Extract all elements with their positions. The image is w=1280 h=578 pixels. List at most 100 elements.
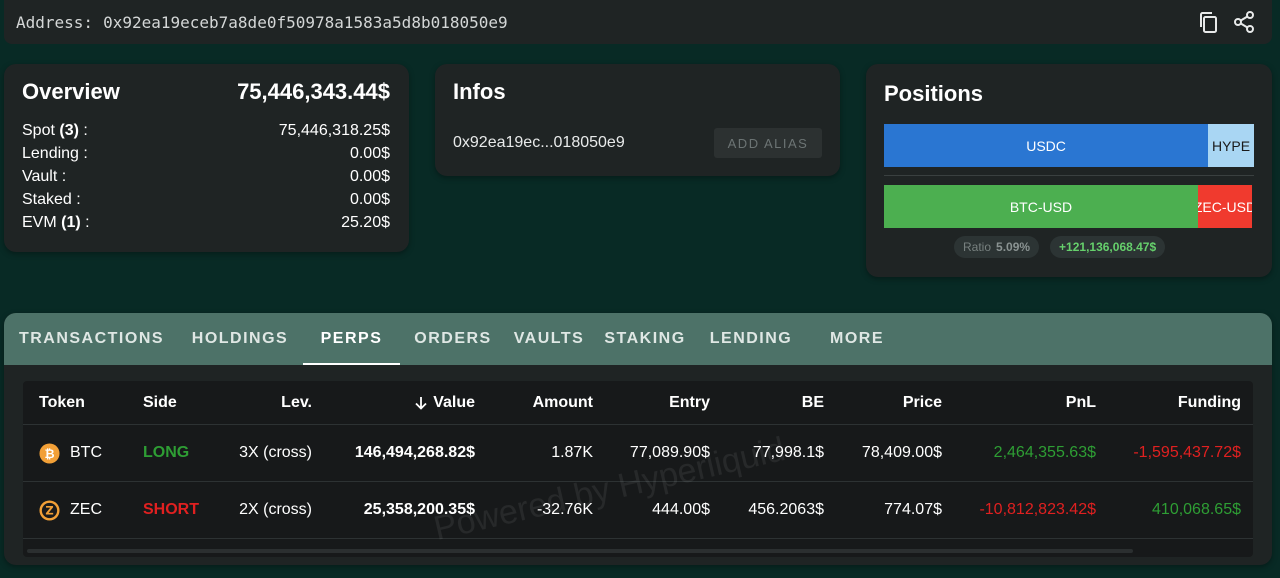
overview-row-label: EVM (1) : <box>22 214 90 237</box>
address-actions <box>1196 10 1256 34</box>
overview-row-label: Vault : <box>22 168 66 191</box>
perps-panel: TRANSACTIONS HOLDINGS PERPS ORDERS VAULTS STA… <box>4 313 1272 565</box>
pnl-cell: 2,464,355.63$ <box>993 444 1096 461</box>
header-price[interactable]: Price <box>842 381 942 424</box>
overview-title: Overview <box>22 79 120 104</box>
infos-title: Infos <box>453 79 506 104</box>
tab-orders[interactable]: ORDERS <box>400 313 506 365</box>
positions-card: Positions USDC HYPE BTC-USD ZEC-USD Ratio … <box>866 64 1272 277</box>
allocation-segment-hype[interactable]: HYPE <box>1208 124 1254 167</box>
add-alias-button[interactable]: ADD ALIAS <box>714 128 822 158</box>
overview-row-name: Lending : <box>22 145 88 162</box>
overview-total: 75,446,343.44$ <box>237 79 390 104</box>
header-amount[interactable]: Amount <box>493 381 593 424</box>
token-name: BTC <box>70 444 102 461</box>
positions-divider <box>884 175 1254 176</box>
side-cell: LONG <box>143 444 190 461</box>
header-token[interactable]: Token <box>39 381 85 424</box>
header-side[interactable]: Side <box>143 381 177 424</box>
address-value[interactable]: 0x92ea19eceb7a8de0f50978a1583a5d8b018050… <box>103 13 508 32</box>
positions-summary: Ratio 5.09% +121,136,068.47$ <box>954 236 1166 258</box>
token-name: ZEC <box>70 501 102 518</box>
ratio-value: 5.09% <box>996 240 1031 254</box>
ratio-label: Ratio <box>963 240 992 254</box>
perps-table: Token Side Lev. Value Amount Entry BE Pr… <box>23 381 1253 557</box>
positions-title: Positions <box>884 81 984 106</box>
overview-row: Staked : 0.00$ <box>22 191 390 214</box>
tab-lending[interactable]: LENDING <box>698 313 804 365</box>
token-cell: ₿ BTC <box>39 425 102 481</box>
header-lev[interactable]: Lev. <box>212 381 312 424</box>
table-row[interactable]: ₿ BTC LONG 3X (cross) 146,494,268.82$ 1.87K 77… <box>23 425 1253 482</box>
allocation-segment-zec-usd[interactable]: ZEC-USD <box>1197 185 1252 228</box>
overview-row-value: 25.20$ <box>341 214 390 231</box>
address-bar: Address: 0x92ea19eceb7a8de0f50978a1583a5… <box>4 0 1272 44</box>
overview-card: Overview 75,446,343.44$ Spot (3) : 75,446… <box>4 64 409 252</box>
header-value-label: Value <box>433 393 475 411</box>
header-entry[interactable]: Entry <box>610 381 710 424</box>
tab-staking[interactable]: STAKING <box>592 313 698 365</box>
overview-row: Vault : 0.00$ <box>22 168 390 191</box>
funding-cell: 410,068.65$ <box>1152 501 1241 518</box>
overview-row: Lending : 0.00$ <box>22 145 390 168</box>
overview-rows: Spot (3) :75,446,318.25$ Lending :0.00$ Va… <box>22 122 390 237</box>
tab-transactions[interactable]: TRANSACTIONS <box>4 313 177 365</box>
overview-row-label: Lending : <box>22 145 88 168</box>
svg-text:Z: Z <box>45 503 53 517</box>
price-cell: 774.07$ <box>884 501 942 518</box>
header-value[interactable]: Value <box>325 381 475 424</box>
value-cell: 146,494,268.82$ <box>354 444 475 461</box>
svg-text:₿: ₿ <box>44 445 54 460</box>
entry-cell: 77,089.90$ <box>629 444 710 461</box>
overview-row-name: Staked : <box>22 191 81 208</box>
tab-more[interactable]: MORE <box>804 313 910 365</box>
leverage-cell: 3X (cross) <box>239 444 312 461</box>
overview-row-label: Staked : <box>22 191 81 214</box>
share-icon[interactable] <box>1232 10 1256 34</box>
ratio-pill: Ratio 5.09% <box>954 236 1040 258</box>
break-even-cell: 456.2063$ <box>748 501 824 518</box>
overview-row-count: (3) <box>59 122 79 139</box>
table-header: Token Side Lev. Value Amount Entry BE Pr… <box>23 381 1253 425</box>
overview-row-value: 0.00$ <box>349 191 390 208</box>
overview-row-name: Vault : <box>22 168 67 185</box>
overview-row-value: 75,446,318.25$ <box>278 122 390 139</box>
infos-card: Infos 0x92ea19ec...018050e9 ADD ALIAS <box>435 64 840 176</box>
overview-row-name: Spot <box>22 122 55 139</box>
tab-perps[interactable]: PERPS <box>303 313 400 365</box>
tab-bar: TRANSACTIONS HOLDINGS PERPS ORDERS VAULTS STA… <box>4 313 1272 365</box>
side-cell: SHORT <box>143 501 199 518</box>
horizontal-scrollbar[interactable] <box>27 549 1133 553</box>
amount-cell: 1.87K <box>551 444 593 461</box>
overview-row-label: Spot (3) : <box>22 122 88 145</box>
address-label: Address: <box>16 12 94 32</box>
spot-allocation-bar: USDC HYPE <box>884 124 1254 167</box>
bitcoin-icon: ₿ <box>39 442 70 464</box>
allocation-segment-btc-usd[interactable]: BTC-USD <box>884 185 1198 228</box>
overview-row-name: EVM <box>22 214 57 231</box>
entry-cell: 444.00$ <box>652 501 710 518</box>
token-cell: Z ZEC <box>39 482 102 538</box>
overview-row-count: (1) <box>61 214 81 231</box>
overview-row-colon: : <box>78 122 88 139</box>
amount-cell: -32.76K <box>536 501 593 518</box>
tab-vaults[interactable]: VAULTS <box>506 313 592 365</box>
header-funding[interactable]: Funding <box>1101 381 1241 424</box>
value-cell: 25,358,200.35$ <box>363 501 475 518</box>
overview-row-value: 0.00$ <box>349 145 390 162</box>
pnl-cell: -10,812,823.42$ <box>979 501 1096 518</box>
pnl-pill: +121,136,068.47$ <box>1050 236 1166 258</box>
price-cell: 78,409.00$ <box>861 444 942 461</box>
copy-icon[interactable] <box>1196 10 1220 34</box>
allocation-segment-usdc[interactable]: USDC <box>884 124 1209 167</box>
short-address[interactable]: 0x92ea19ec...018050e9 <box>453 134 625 152</box>
overview-row: Spot (3) : 75,446,318.25$ <box>22 122 390 145</box>
table-row[interactable]: Z ZEC SHORT 2X (cross) 25,358,200.35$ -32.76K… <box>23 482 1253 539</box>
header-be[interactable]: BE <box>724 381 824 424</box>
header-pnl[interactable]: PnL <box>976 381 1096 424</box>
overview-row-colon: : <box>80 214 90 231</box>
break-even-cell: 77,998.1$ <box>752 444 824 461</box>
tab-holdings[interactable]: HOLDINGS <box>177 313 303 365</box>
arrow-down-icon <box>415 396 427 410</box>
overview-row: EVM (1) : 25.20$ <box>22 214 390 237</box>
